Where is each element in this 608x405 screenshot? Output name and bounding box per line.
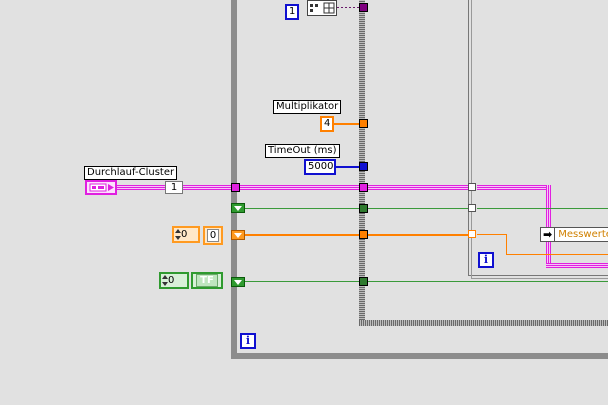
orange-wire-b bbox=[368, 234, 469, 236]
messwerte-label: Messwerte bbox=[558, 229, 608, 240]
orange-wire-d bbox=[506, 254, 608, 255]
orange-wire-vertical bbox=[506, 234, 507, 255]
green-wire-2b bbox=[368, 281, 608, 282]
green-spinner[interactable] bbox=[161, 274, 168, 288]
orange-tunnel[interactable] bbox=[359, 230, 368, 239]
cluster-icon bbox=[89, 183, 114, 192]
orange-tunnel-case[interactable] bbox=[468, 230, 476, 238]
timeout-label: TimeOut (ms) bbox=[265, 144, 340, 158]
orange-control-value: 0 bbox=[181, 229, 188, 240]
shift-register-green-1[interactable] bbox=[231, 203, 245, 213]
orange-numeric-indicator: 0 bbox=[203, 226, 223, 245]
orange-numeric-control[interactable]: 0 bbox=[172, 226, 200, 243]
top-tunnel[interactable] bbox=[359, 3, 368, 12]
timeout-wire bbox=[336, 166, 360, 168]
inner-sequence-frame-bottom[interactable] bbox=[359, 320, 608, 326]
green-wire-1a bbox=[245, 208, 360, 209]
orange-wire-c bbox=[477, 234, 507, 235]
cluster-tunnel-case[interactable] bbox=[468, 183, 476, 191]
boolean-tf-label: TF bbox=[196, 274, 218, 287]
cluster-wire-segment-1 bbox=[117, 185, 165, 190]
multiplikator-constant[interactable]: 4 bbox=[320, 116, 334, 132]
multiplikator-wire bbox=[334, 123, 360, 125]
messwerte-node[interactable]: ➡ Messwerte bbox=[540, 227, 608, 242]
green-numeric-control[interactable]: 0 bbox=[159, 272, 189, 289]
cluster-tunnel-inner[interactable] bbox=[359, 183, 368, 192]
outer-loop-iteration-terminal[interactable]: i bbox=[240, 333, 256, 349]
multiplikator-label: Multiplikator bbox=[273, 100, 342, 114]
multiplikator-tunnel[interactable] bbox=[359, 119, 368, 128]
cluster-wire-segment-6 bbox=[546, 263, 608, 268]
cluster-wire-segment-5 bbox=[477, 185, 550, 190]
cluster-tunnel-outer[interactable] bbox=[231, 183, 240, 192]
green-wire-1b bbox=[368, 208, 469, 209]
cluster-grid-icon[interactable] bbox=[307, 0, 337, 16]
inner-loop-iteration-terminal[interactable]: i bbox=[478, 252, 494, 268]
block-diagram: { "diagram": { "loop_iteration_outer": "… bbox=[0, 0, 608, 405]
green-tunnel-case-1[interactable] bbox=[468, 204, 476, 212]
cluster-wire-segment-4 bbox=[368, 185, 469, 190]
orange-wire-a bbox=[245, 234, 360, 236]
cluster-wire-segment-2 bbox=[183, 185, 235, 190]
top-index-constant[interactable]: 1 bbox=[285, 4, 299, 20]
green-tunnel-2[interactable] bbox=[359, 277, 368, 286]
durchlauf-cluster-terminal[interactable] bbox=[85, 180, 117, 195]
timeout-constant[interactable]: 5000 bbox=[304, 159, 336, 175]
durchlauf-cluster-label: Durchlauf-Cluster bbox=[84, 166, 178, 180]
orange-indicator-value: 0 bbox=[206, 229, 220, 242]
arrow-right-icon: ➡ bbox=[541, 228, 556, 241]
top-dotted-wire bbox=[337, 7, 359, 8]
green-control-value: 0 bbox=[168, 275, 175, 286]
shift-register-green-2[interactable] bbox=[231, 277, 245, 287]
green-wire-1c bbox=[477, 208, 608, 209]
green-wire-2a bbox=[245, 281, 360, 282]
timeout-tunnel[interactable] bbox=[359, 162, 368, 171]
boolean-indicator: TF bbox=[191, 272, 223, 289]
shift-register-orange[interactable] bbox=[231, 230, 245, 240]
green-tunnel-1[interactable] bbox=[359, 204, 368, 213]
orange-spinner[interactable] bbox=[174, 228, 181, 242]
cluster-wire-segment-3 bbox=[240, 185, 360, 190]
cluster-index-constant[interactable]: 1 bbox=[165, 181, 183, 194]
